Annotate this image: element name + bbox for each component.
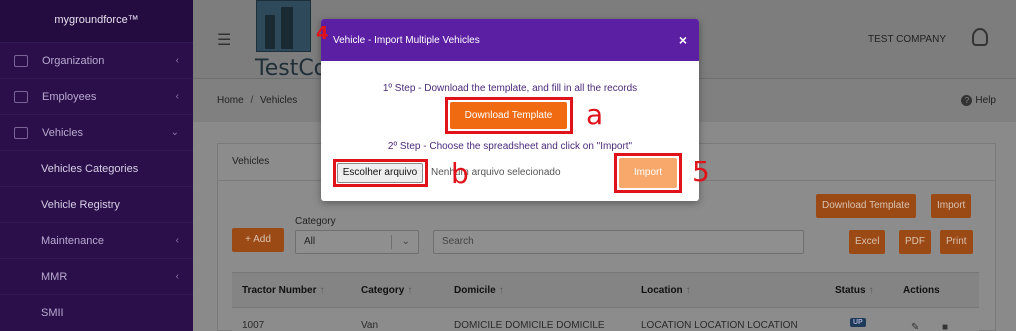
print-button[interactable]: Print: [940, 230, 973, 254]
annotation-a: a: [586, 98, 604, 131]
column-header[interactable]: Location ↑: [641, 285, 691, 296]
annotation-5: 5: [692, 155, 710, 188]
cell-location: LOCATION LOCATION LOCATION: [641, 320, 798, 331]
close-icon[interactable]: ×: [679, 32, 687, 48]
cell-domicile: DOMICILE DOMICILE DOMICILE: [454, 320, 605, 331]
column-header[interactable]: Category ↑: [361, 285, 412, 296]
modal-header: Vehicle - Import Multiple Vehicles ×: [321, 19, 699, 61]
cell-tractor: 1007: [242, 320, 265, 331]
choose-file-button[interactable]: Escolher arquivo: [337, 163, 423, 183]
chevron-down-icon: ⌄: [170, 127, 179, 138]
annotation-b: b: [451, 157, 469, 190]
help-link[interactable]: ? Help: [961, 95, 996, 106]
table-row[interactable]: 1007 Van DOMICILE DOMICILE DOMICILE LOCA…: [232, 308, 979, 331]
modal-download-template-button[interactable]: Download Template: [450, 102, 567, 129]
brand-name: mygroundforce™: [0, 0, 193, 42]
category-select[interactable]: All ⌄: [295, 230, 419, 254]
sidebar-item-label: Vehicles: [42, 126, 83, 139]
sidebar-item-smii[interactable]: SMII: [0, 294, 193, 330]
sidebar-item-label: Vehicle Registry: [41, 198, 120, 211]
pdf-button[interactable]: PDF: [899, 230, 931, 254]
company-name[interactable]: TEST COMPANY: [868, 34, 946, 45]
sidebar-item-label: SMII: [41, 306, 64, 319]
excel-button[interactable]: Excel: [849, 230, 886, 254]
download-template-button[interactable]: Download Template: [816, 194, 916, 218]
select-divider: [391, 235, 392, 249]
sort-icon: ↑: [685, 285, 691, 296]
company-logo: [256, 0, 311, 52]
import-button[interactable]: Import: [931, 194, 972, 218]
chevron-left-icon: ‹: [175, 55, 179, 66]
truck-icon: [14, 126, 28, 139]
organization-icon: [14, 54, 28, 67]
cell-category: Van: [361, 320, 379, 331]
edit-icon[interactable]: ✎: [911, 322, 919, 331]
category-label: Category: [295, 216, 336, 227]
breadcrumb-current: Vehicles: [260, 95, 298, 106]
annotation-4: 4: [316, 23, 329, 44]
modal-title: Vehicle - Import Multiple Vehicles: [333, 35, 480, 46]
sidebar-item-vehicles[interactable]: Vehicles ⌄: [0, 114, 193, 150]
breadcrumb-separator: /: [250, 95, 254, 106]
chevron-left-icon: ‹: [175, 271, 179, 282]
sidebar-item-label: MMR: [41, 270, 68, 283]
trash-icon[interactable]: ■: [942, 322, 948, 331]
sidebar-item-mmr[interactable]: MMR ‹: [0, 258, 193, 294]
step2-text: 2º Step - Choose the spreadsheet and cli…: [387, 141, 633, 152]
column-header[interactable]: Status ↑: [835, 285, 874, 296]
sidebar-item-vehicles-categories[interactable]: Vehicles Categories: [0, 150, 193, 186]
step1-text: 1º Step - Download the template, and fil…: [382, 83, 638, 94]
sidebar-item-organization[interactable]: Organization ‹: [0, 42, 193, 78]
column-header[interactable]: Tractor Number ↑: [242, 285, 324, 296]
sort-icon: ↑: [319, 285, 325, 296]
chevron-left-icon: ‹: [175, 235, 179, 246]
sidebar-item-label: Maintenance: [41, 234, 104, 247]
help-label: Help: [975, 95, 996, 106]
sidebar-item-employees[interactable]: Employees ‹: [0, 78, 193, 114]
add-button[interactable]: + Add: [232, 228, 284, 252]
sort-icon: ↑: [407, 285, 413, 296]
breadcrumb-home[interactable]: Home: [217, 95, 244, 106]
modal-import-button[interactable]: Import: [619, 158, 677, 188]
column-header[interactable]: Domicile ↑: [454, 285, 504, 296]
chevron-down-icon: ⌄: [401, 236, 410, 247]
card-title: Vehicles: [232, 156, 270, 167]
sidebar-item-label: Organization: [42, 54, 105, 67]
category-value: All: [304, 236, 316, 247]
user-icon[interactable]: [972, 28, 988, 46]
chevron-left-icon: ‹: [175, 91, 179, 102]
column-header: Actions: [903, 285, 940, 296]
sidebar-item-maintenance[interactable]: Maintenance ‹: [0, 222, 193, 258]
sidebar-item-vehicle-registry[interactable]: Vehicle Registry: [0, 186, 193, 222]
import-modal: Vehicle - Import Multiple Vehicles × 1º …: [321, 19, 699, 201]
status-badge: UP: [850, 318, 866, 327]
sidebar-item-label: Employees: [42, 90, 97, 103]
sort-icon: ↑: [868, 285, 874, 296]
menu-icon[interactable]: ☰: [217, 30, 231, 50]
sort-icon: ↑: [498, 285, 504, 296]
employees-icon: [14, 90, 28, 103]
sidebar: mygroundforce™ Organization ‹ Employees …: [0, 0, 193, 331]
table-header: Tractor Number ↑ Category ↑ Domicile ↑ Loca…: [232, 272, 979, 308]
search-input[interactable]: Search: [433, 230, 804, 254]
help-icon: ?: [961, 95, 973, 106]
sidebar-item-label: Vehicles Categories: [41, 162, 139, 175]
